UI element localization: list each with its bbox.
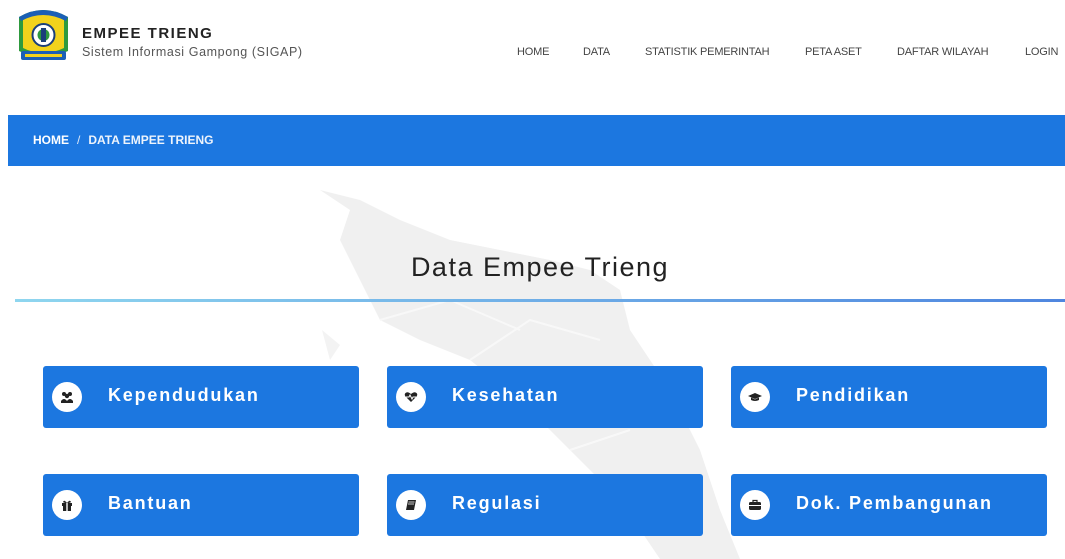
heartbeat-icon <box>396 382 426 412</box>
category-pendidikan-button[interactable]: Pendidikan <box>731 366 1047 428</box>
breadcrumb-home[interactable]: HOME <box>33 133 69 147</box>
breadcrumb-current: DATA EMPEE TRIENG <box>88 133 214 147</box>
site-title[interactable]: EMPEE TRIENG <box>82 25 213 42</box>
graduation-cap-icon <box>740 382 770 412</box>
category-label: Kesehatan <box>452 385 560 405</box>
category-regulasi-button[interactable]: Regulasi <box>387 474 703 536</box>
briefcase-icon <box>740 490 770 520</box>
category-label: Kependudukan <box>108 385 260 405</box>
nav-data[interactable]: DATA <box>583 46 610 58</box>
category-label: Pendidikan <box>796 385 911 405</box>
category-label: Dok. Pembangunan <box>796 493 993 513</box>
nav-login[interactable]: LOGIN <box>1025 46 1058 58</box>
category-label: Bantuan <box>108 493 193 513</box>
site-header: EMPEE TRIENG Sistem Informasi Gampong (S… <box>0 0 1065 115</box>
nav-statistik-pemerintah[interactable]: STATISTIK PEMERINTAH <box>645 46 770 58</box>
category-label: Regulasi <box>452 493 542 513</box>
category-dok-pembangunan-button[interactable]: Dok. Pembangunan <box>731 474 1047 536</box>
breadcrumb-separator: / <box>77 133 81 147</box>
category-kependudukan-button[interactable]: Kependudukan <box>43 366 359 428</box>
breadcrumb: HOME / DATA EMPEE TRIENG <box>33 133 213 147</box>
page-title: Data Empee Trieng <box>410 252 670 282</box>
book-icon <box>396 490 426 520</box>
gift-icon <box>52 490 82 520</box>
title-divider <box>15 299 1065 302</box>
nav-daftar-wilayah[interactable]: DAFTAR WILAYAH <box>897 46 989 58</box>
nav-home[interactable]: HOME <box>517 46 549 58</box>
nav-peta-aset[interactable]: PETA ASET <box>805 46 862 58</box>
users-icon <box>52 382 82 412</box>
main-nav: HOME DATA STATISTIK PEMERINTAH PETA ASET… <box>0 46 1065 66</box>
category-kesehatan-button[interactable]: Kesehatan <box>387 366 703 428</box>
category-bantuan-button[interactable]: Bantuan <box>43 474 359 536</box>
breadcrumb-bar: HOME / DATA EMPEE TRIENG <box>8 115 1065 166</box>
